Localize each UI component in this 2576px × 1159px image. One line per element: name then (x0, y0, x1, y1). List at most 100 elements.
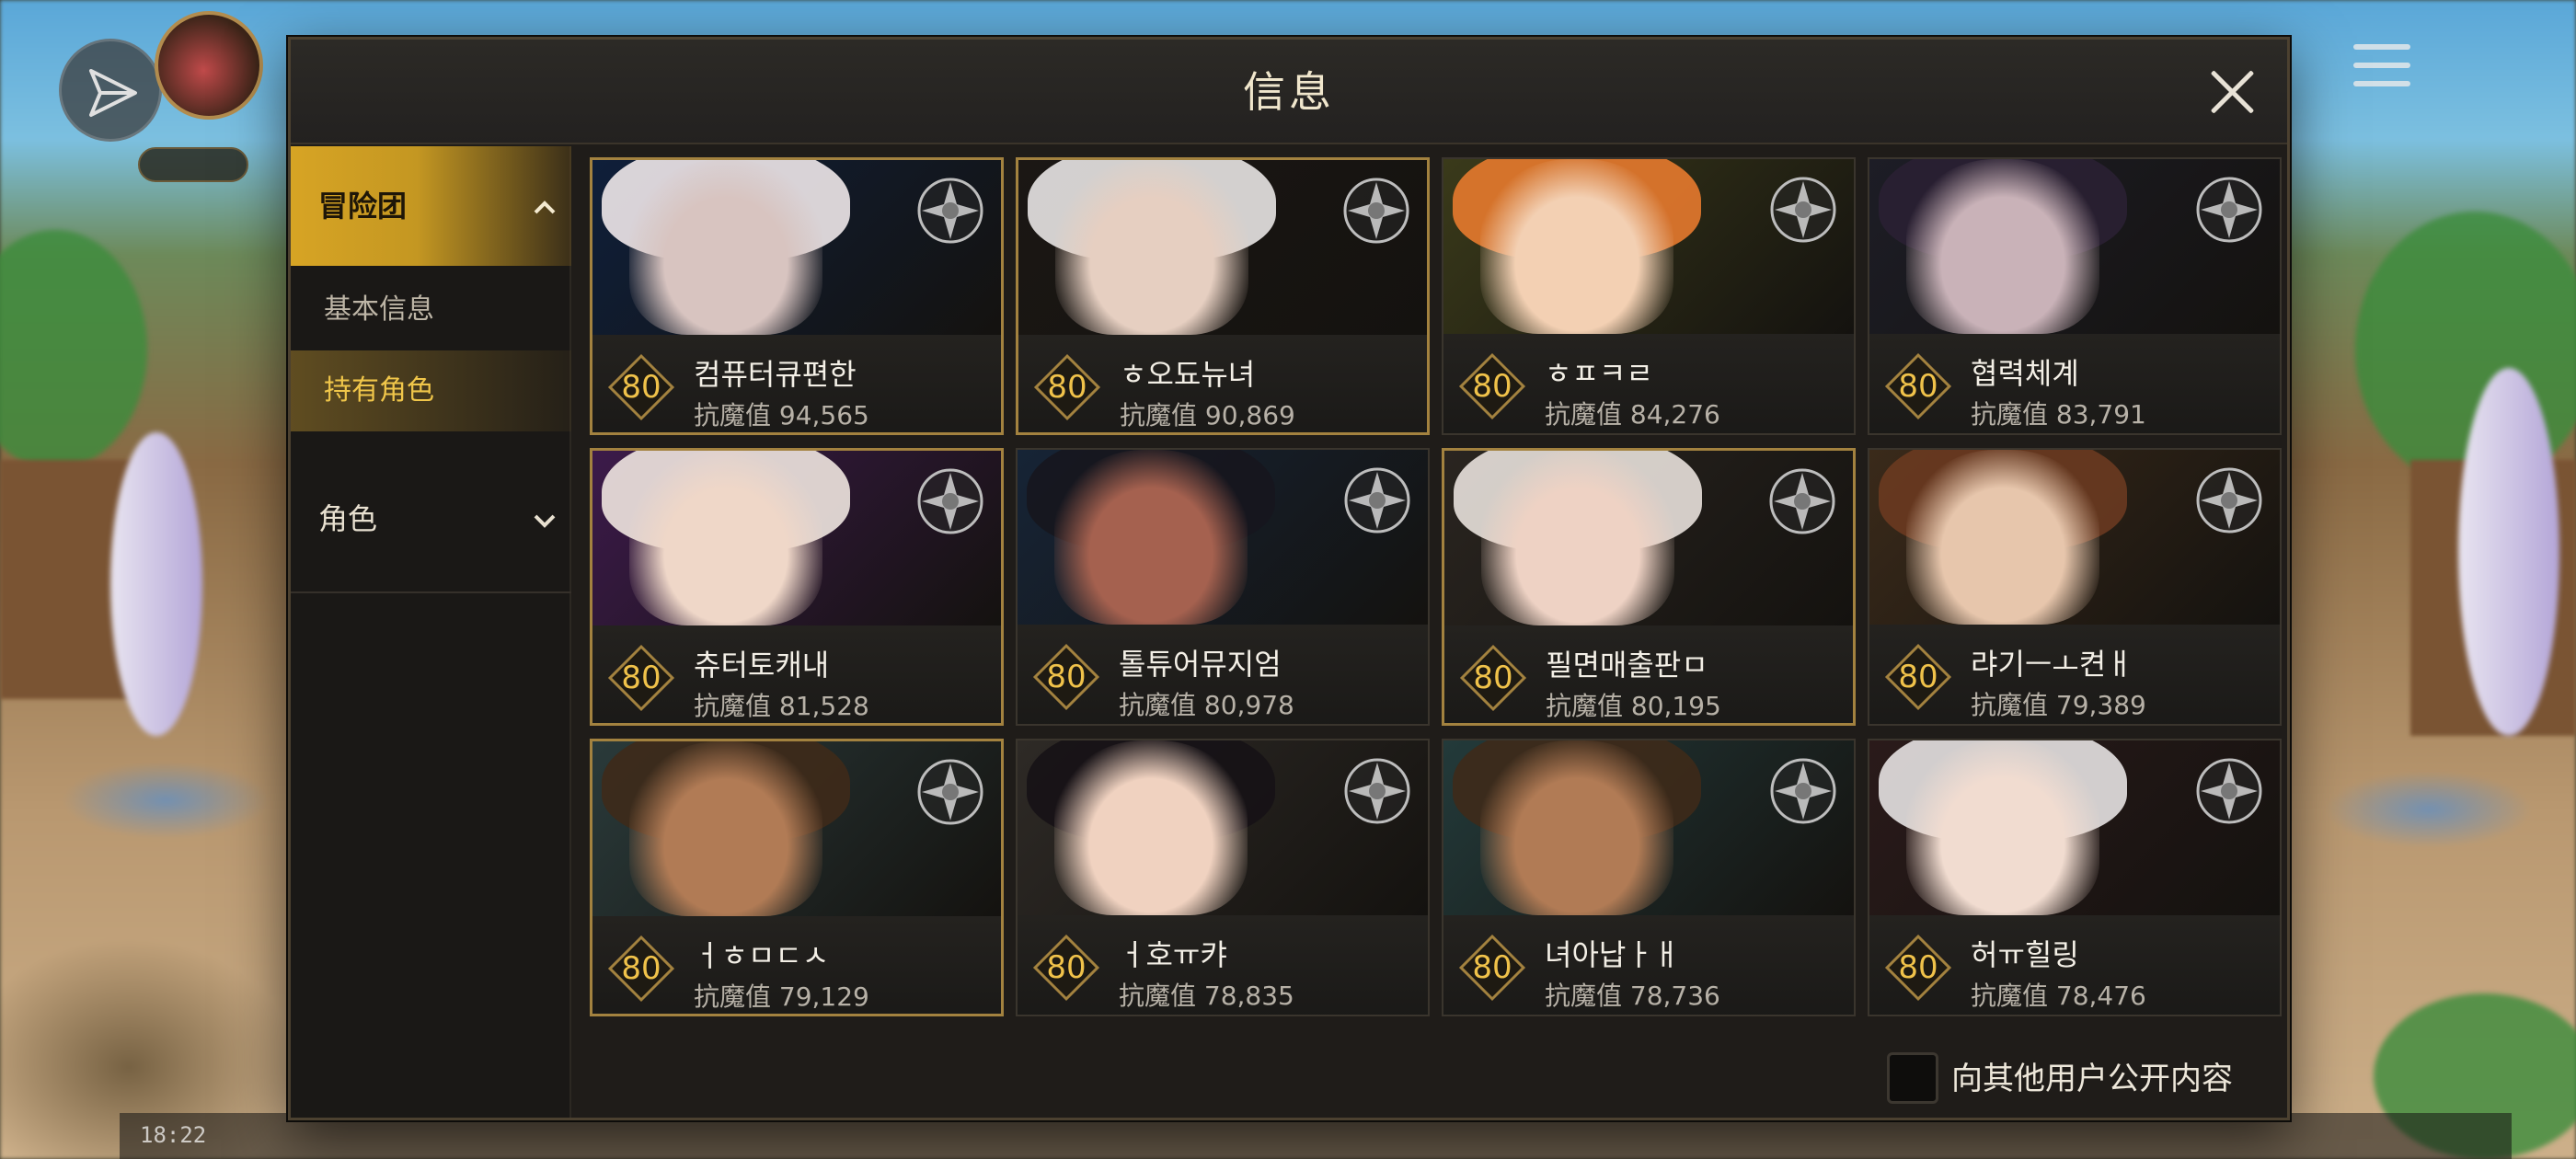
character-card[interactable]: 80 ㅓ호ㅠ캬 抗魔值 78,835 (1016, 739, 1430, 1016)
class-emblem-icon (2196, 177, 2262, 243)
class-emblem-icon (917, 759, 983, 825)
sidebar-divider (291, 591, 571, 593)
level-value: 80 (1898, 949, 1938, 986)
character-power: 抗魔值 94,565 (694, 400, 869, 430)
dialog-title: 信息 (1243, 67, 1335, 117)
character-info: 80 츄터토캐내 抗魔值 81,528 (592, 625, 1001, 723)
level-value: 80 (1898, 659, 1938, 695)
class-emblem-icon (1769, 468, 1835, 534)
character-power: 抗魔值 78,835 (1119, 981, 1294, 1011)
paper-plane-icon (89, 69, 137, 117)
public-content-checkbox[interactable] (1887, 1052, 1938, 1104)
player-avatar[interactable] (155, 11, 263, 120)
character-name: 츄터토캐내 (694, 648, 830, 683)
chevron-up-icon (534, 201, 556, 214)
chevron-down-icon (534, 514, 556, 528)
character-info: 80 ㅓ호ㅠ캬 抗魔值 78,835 (1018, 915, 1428, 1015)
portrait-face (1481, 451, 1674, 625)
clock-text: 18:22 (140, 1122, 207, 1148)
sidebar: 冒险团 基本信息 持有角色 角色 (291, 146, 571, 1118)
class-emblem-icon (1344, 758, 1410, 824)
level-value: 80 (621, 660, 661, 696)
character-info: 80 허ㅠ힐링 抗魔值 78,476 (1869, 915, 2280, 1015)
background-surfboard (110, 432, 202, 736)
player-tag (138, 147, 248, 182)
auto-play-button[interactable] (59, 39, 162, 142)
class-emblem-icon (1770, 177, 1836, 243)
class-emblem-icon (917, 178, 983, 244)
character-info: 80 협력체계 抗魔值 83,791 (1869, 334, 2280, 433)
character-card[interactable]: 80 허ㅠ힐링 抗魔值 78,476 (1868, 739, 2282, 1016)
level-value: 80 (621, 369, 661, 406)
portrait-face (629, 160, 822, 335)
info-dialog: 信息 冒险团 基本信息 持有角色 角色 80 컴퓨터큐편한 抗魔值 94,565… (288, 37, 2290, 1120)
character-info: 80 ㅓㅎㅁㄷㅅ 抗魔值 79,129 (592, 916, 1001, 1014)
character-card[interactable]: 80 톨튜어뮤지엄 抗魔值 80,978 (1016, 448, 1430, 726)
character-card[interactable]: 80 ㅎㅍㅋㄹ 抗魔值 84,276 (1442, 157, 1856, 435)
sidebar-category-label: 角色 (318, 501, 378, 536)
public-content-toggle[interactable]: 向其他用户公开内容 (1887, 1050, 2273, 1108)
character-name: 랴기ㅡㅗ켠ㅐ (1971, 647, 2133, 682)
character-card[interactable]: 80 필면매출판ㅁ 抗魔值 80,195 (1442, 448, 1856, 726)
portrait-face (1906, 740, 2099, 915)
character-power: 抗魔值 90,869 (1120, 400, 1295, 430)
class-emblem-icon (1343, 178, 1409, 244)
portrait-face (1480, 740, 1673, 915)
portrait-face (1054, 450, 1248, 625)
character-name: ㅓㅎㅁㄷㅅ (694, 938, 830, 973)
character-name: ㅓ호ㅠ캬 (1119, 937, 1227, 972)
character-card[interactable]: 80 랴기ㅡㅗ켠ㅐ 抗魔值 79,389 (1868, 448, 2282, 726)
level-value: 80 (1472, 949, 1512, 986)
class-emblem-icon (1344, 467, 1410, 534)
character-name: 필면매출판ㅁ (1546, 648, 1708, 683)
character-power: 抗魔值 79,389 (1971, 690, 2146, 720)
portrait-face (629, 451, 822, 625)
character-info: 80 녀아납ㅏㅐ 抗魔值 78,736 (1443, 915, 1854, 1015)
character-card[interactable]: 80 컴퓨터큐편한 抗魔值 94,565 (590, 157, 1004, 435)
class-emblem-icon (917, 468, 983, 534)
portrait-face (1055, 160, 1248, 335)
portrait-face (1480, 159, 1673, 334)
level-value: 80 (1473, 660, 1513, 696)
character-info: 80 컴퓨터큐편한 抗魔值 94,565 (592, 335, 1001, 432)
menu-icon[interactable] (2353, 44, 2410, 92)
level-value: 80 (1472, 368, 1512, 405)
class-emblem-icon (1770, 758, 1836, 824)
character-name: 컴퓨터큐편한 (694, 357, 857, 392)
level-value: 80 (1046, 659, 1087, 695)
sidebar-category-character[interactable]: 角色 (291, 459, 571, 579)
level-value: 80 (1046, 949, 1087, 986)
close-button[interactable] (2202, 62, 2263, 122)
portrait-face (1054, 740, 1248, 915)
character-card[interactable]: 80 협력체계 抗魔值 83,791 (1868, 157, 2282, 435)
character-name: 허ㅠ힐링 (1971, 937, 2079, 972)
character-card[interactable]: 80 츄터토캐내 抗魔值 81,528 (590, 448, 1004, 726)
sidebar-category-label: 冒险团 (318, 189, 408, 224)
character-power: 抗魔值 79,129 (694, 981, 869, 1012)
character-card[interactable]: 80 ㅎ오됴뉴녀 抗魔值 90,869 (1016, 157, 1430, 435)
sidebar-category-adventure-team[interactable]: 冒险团 (291, 146, 571, 266)
character-power: 抗魔值 84,276 (1545, 399, 1720, 430)
character-power: 抗魔值 78,736 (1545, 981, 1720, 1011)
character-card[interactable]: 80 ㅓㅎㅁㄷㅅ 抗魔值 79,129 (590, 739, 1004, 1016)
class-emblem-icon (2196, 758, 2262, 824)
character-power: 抗魔值 83,791 (1971, 399, 2146, 430)
character-power: 抗魔值 80,978 (1119, 690, 1294, 720)
level-value: 80 (621, 950, 661, 987)
character-name: 협력체계 (1971, 356, 2079, 391)
character-info: 80 톨튜어뮤지엄 抗魔值 80,978 (1018, 625, 1428, 724)
level-value: 80 (1047, 369, 1087, 406)
character-name: ㅎ오됴뉴녀 (1120, 357, 1256, 392)
sidebar-item-basic-info[interactable]: 基本信息 (291, 270, 571, 350)
character-card[interactable]: 80 녀아납ㅏㅐ 抗魔值 78,736 (1442, 739, 1856, 1016)
portrait-face (629, 741, 822, 916)
sidebar-item-owned-characters[interactable]: 持有角色 (291, 350, 571, 431)
character-info: 80 필면매출판ㅁ 抗魔值 80,195 (1444, 625, 1853, 723)
character-info: 80 ㅎㅍㅋㄹ 抗魔值 84,276 (1443, 334, 1854, 433)
character-name: 톨튜어뮤지엄 (1119, 647, 1282, 682)
character-name: 녀아납ㅏㅐ (1545, 937, 1681, 972)
portrait-face (1906, 450, 2099, 625)
portrait-face (1906, 159, 2099, 334)
level-value: 80 (1898, 368, 1938, 405)
character-grid: 80 컴퓨터큐편한 抗魔值 94,565 80 ㅎ오됴뉴녀 抗魔值 90,869 (590, 157, 2283, 1059)
